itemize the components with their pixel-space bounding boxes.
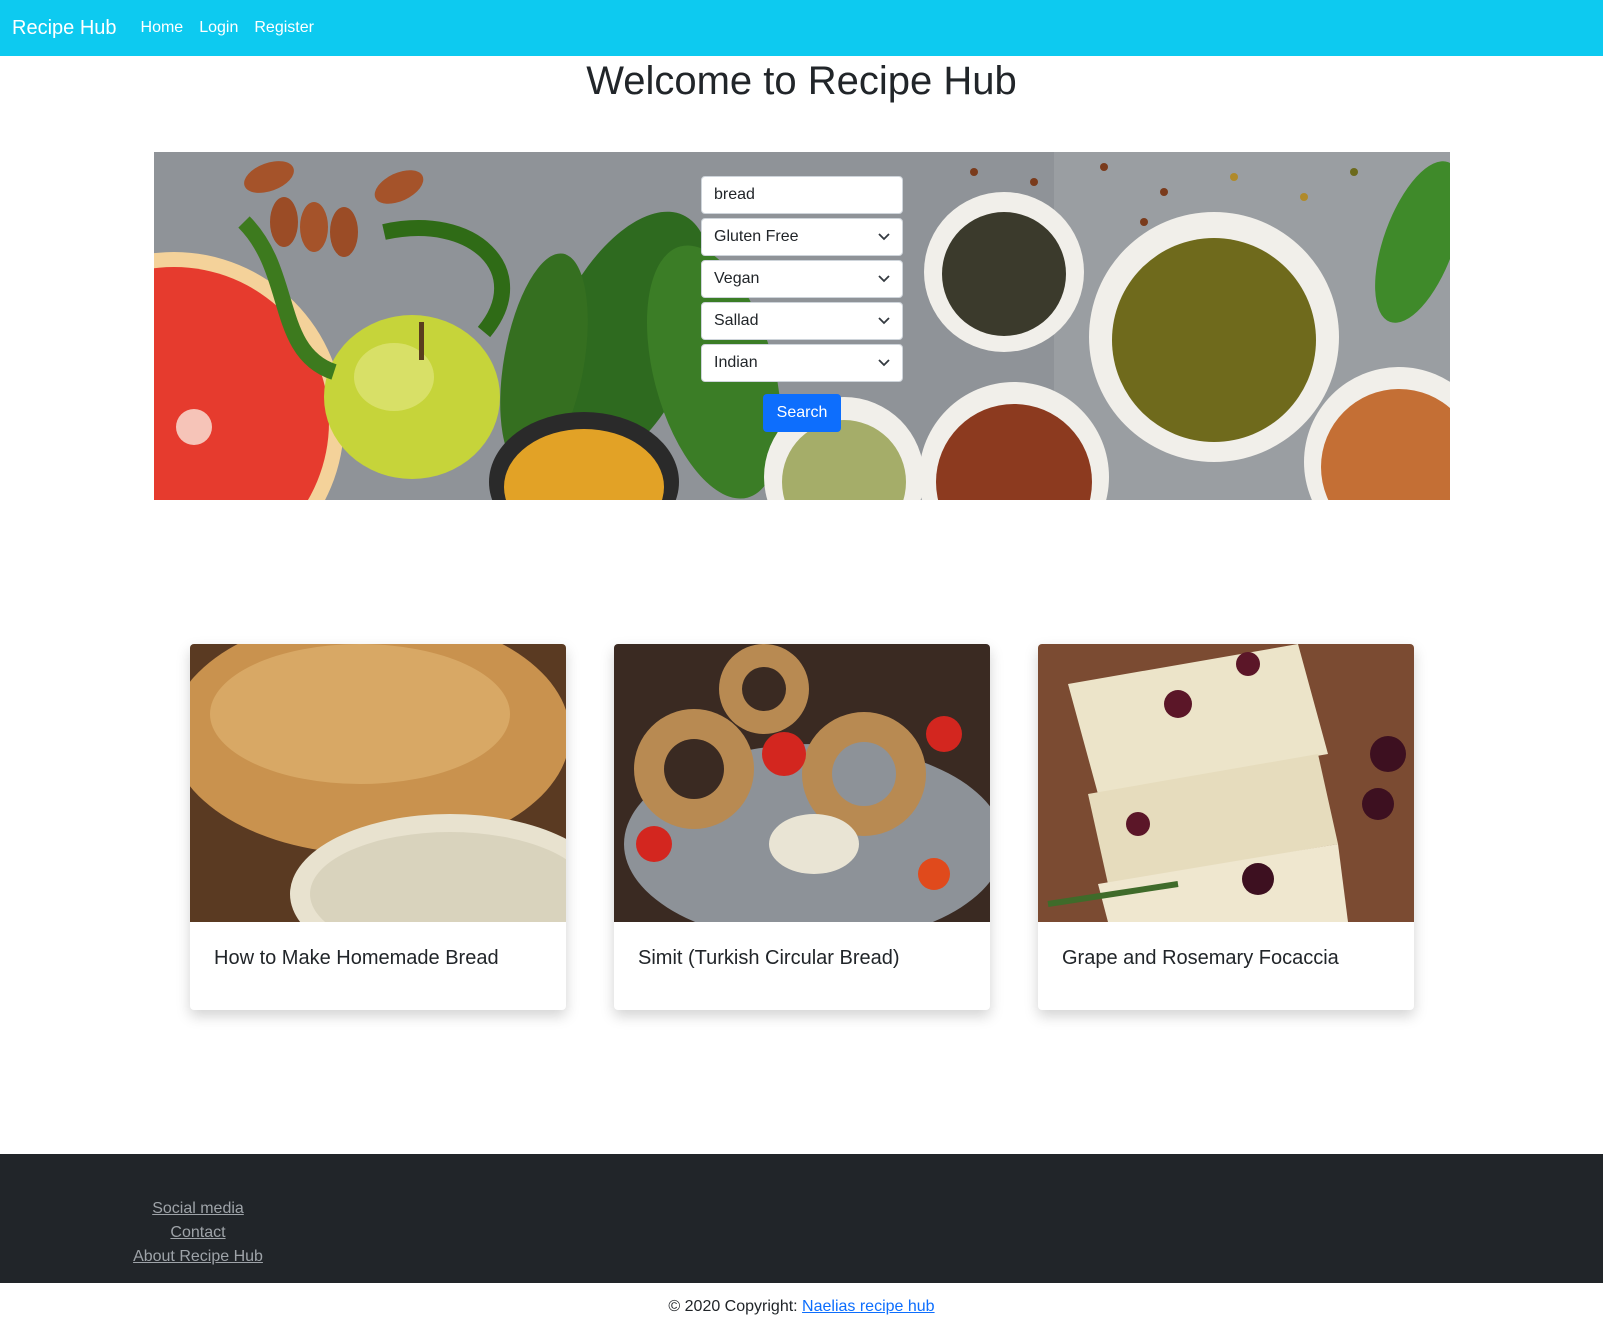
recipe-card[interactable]: Simit (Turkish Circular Bread) <box>614 644 990 1010</box>
select-value: Sallad <box>714 312 759 329</box>
recipe-card-title: Grape and Rosemary Focaccia <box>1062 947 1339 969</box>
search-input[interactable] <box>701 176 903 214</box>
page-title: Welcome to Recipe Hub <box>586 59 1017 103</box>
footer: Social media Contact About Recipe Hub <box>0 1154 1603 1283</box>
recipe-card[interactable]: How to Make Homemade Bread <box>190 644 566 1010</box>
chevron-down-icon <box>878 317 890 325</box>
nav-link-home[interactable]: Home <box>141 19 184 37</box>
copyright-link[interactable]: Naelias recipe hub <box>802 1298 935 1315</box>
brand-link[interactable]: Recipe Hub <box>12 17 117 40</box>
copyright-text: © 2020 Copyright: <box>668 1298 803 1315</box>
footer-link-about[interactable]: About Recipe Hub <box>118 1245 278 1269</box>
chevron-down-icon <box>878 359 890 367</box>
select-cuisine[interactable]: Indian <box>701 344 903 382</box>
copyright: © 2020 Copyright: Naelias recipe hub <box>0 1298 1603 1316</box>
simit-bread-image <box>614 644 990 922</box>
navbar: Recipe Hub Home Login Register <box>0 0 1603 56</box>
focaccia-image <box>1038 644 1414 922</box>
select-value: Indian <box>714 354 758 371</box>
select-value: Vegan <box>714 270 760 287</box>
footer-link-social-media[interactable]: Social media <box>118 1197 278 1221</box>
select-value: Gluten Free <box>714 228 799 245</box>
nav-link-register[interactable]: Register <box>254 19 314 37</box>
footer-links: Social media Contact About Recipe Hub <box>118 1197 278 1269</box>
select-meal-type[interactable]: Sallad <box>701 302 903 340</box>
chevron-down-icon <box>878 275 890 283</box>
recipe-card[interactable]: Grape and Rosemary Focaccia <box>1038 644 1414 1010</box>
nav-link-login[interactable]: Login <box>199 19 238 37</box>
bread-loaf-image <box>190 644 566 922</box>
select-vegan[interactable]: Vegan <box>701 260 903 298</box>
search-button[interactable]: Search <box>763 394 841 432</box>
footer-link-contact[interactable]: Contact <box>118 1221 278 1245</box>
recipe-card-title: Simit (Turkish Circular Bread) <box>638 947 900 969</box>
recipe-card-title: How to Make Homemade Bread <box>214 947 499 969</box>
chevron-down-icon <box>878 233 890 241</box>
select-gluten-free[interactable]: Gluten Free <box>701 218 903 256</box>
search-form: Gluten Free Vegan Sallad Indian Search <box>701 176 903 432</box>
